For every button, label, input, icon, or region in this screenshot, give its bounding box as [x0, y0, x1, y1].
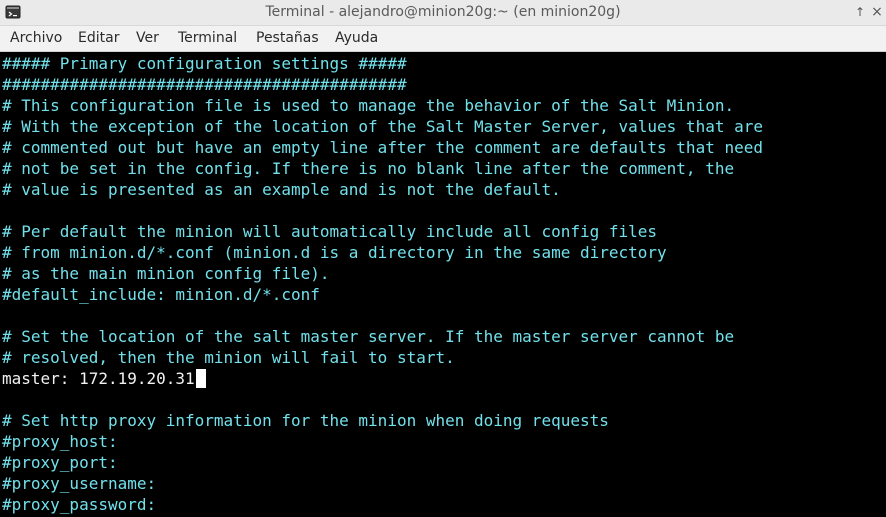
menu-archivo[interactable]: Archivo [10, 30, 62, 46]
menu-terminal[interactable]: Terminal [178, 30, 237, 46]
terminal-line: #proxy_port: [2, 453, 118, 472]
terminal-line: ##### Primary configuration settings ###… [2, 54, 407, 73]
menu-pestanas[interactable]: Pestañas [256, 30, 319, 46]
terminal-line: #proxy_password: [2, 495, 157, 514]
terminal-line: #proxy_username: [2, 474, 157, 493]
terminal-line: # as the main minion config file). [2, 264, 330, 283]
maximize-button[interactable]: ↑ [852, 3, 868, 21]
terminal-line: # value is presented as an example and i… [2, 180, 561, 199]
terminal-line: # Per default the minion will automatica… [2, 222, 658, 241]
title-bar[interactable]: Terminal - alejandro@minion20g:~ (en min… [0, 0, 886, 26]
terminal-line: # Set the location of the salt master se… [2, 327, 735, 346]
terminal-line: # from minion.d/*.conf (minion.d is a di… [2, 243, 667, 262]
terminal-line: # Set http proxy information for the min… [2, 411, 609, 430]
terminal-line: # With the exception of the location of … [2, 117, 763, 136]
terminal-line: # commented out but have an empty line a… [2, 138, 763, 157]
terminal-output[interactable]: ##### Primary configuration settings ###… [0, 52, 886, 517]
terminal-line-master: master: 172.19.20.31 [2, 368, 206, 389]
terminal-window: Terminal - alejandro@minion20g:~ (en min… [0, 0, 886, 517]
master-setting-text: master: 172.19.20.31 [2, 369, 195, 388]
text-cursor [195, 369, 206, 388]
menu-editar[interactable]: Editar [78, 30, 119, 46]
window-title: Terminal - alejandro@minion20g:~ (en min… [265, 4, 621, 20]
menu-ver[interactable]: Ver [136, 30, 159, 46]
terminal-line: # not be set in the config. If there is … [2, 159, 735, 178]
menu-ayuda[interactable]: Ayuda [335, 30, 378, 46]
terminal-line: #default_include: minion.d/*.conf [2, 285, 320, 304]
terminal-line: # resolved, then the minion will fail to… [2, 348, 455, 367]
menu-bar: Archivo Editar Ver Terminal Pestañas Ayu… [0, 26, 886, 52]
close-button[interactable]: × [869, 3, 885, 21]
terminal-line: #proxy_host: [2, 432, 118, 451]
terminal-line: # This configuration file is used to man… [2, 96, 735, 115]
terminal-line: ########################################… [2, 75, 407, 94]
